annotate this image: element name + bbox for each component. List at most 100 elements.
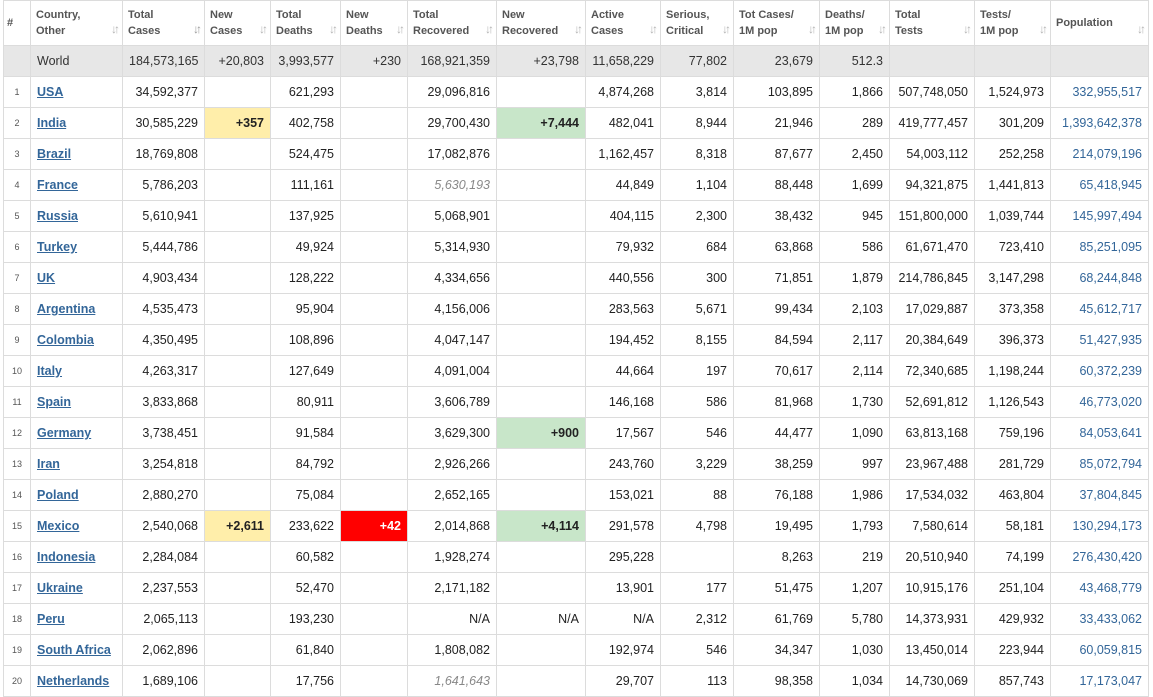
country-link[interactable]: UK — [37, 271, 55, 285]
column-header-active-cases[interactable]: Active Cases ↓↑ — [585, 0, 661, 46]
sort-arrows-icon[interactable]: ↓↑ — [396, 21, 405, 37]
country-row: 18 Peru 2,065,113 193,230 N/A N/A N/A 2,312 61,7… — [3, 603, 1149, 635]
cell-rank: 16 — [3, 541, 31, 573]
cell-active-cases: 29,707 — [585, 665, 661, 697]
cell-rank: 19 — [3, 634, 31, 666]
column-header-line2: 1M pop — [825, 25, 864, 37]
sort-descending-icon[interactable]: ↓↑ — [193, 21, 202, 37]
cell-active-cases: 295,228 — [585, 541, 661, 573]
cell-country: Italy — [30, 355, 123, 387]
sort-arrows-icon[interactable]: ↓↑ — [259, 21, 268, 37]
sort-arrows-icon[interactable]: ↓↑ — [722, 21, 731, 37]
sort-arrows-icon[interactable]: ↓↑ — [963, 21, 972, 37]
sort-arrows-icon[interactable]: ↓↑ — [111, 21, 120, 37]
column-header-line1: New — [210, 9, 233, 21]
column-header-population[interactable]: Population ↓↑ — [1050, 0, 1149, 46]
column-header-new-deaths[interactable]: New Deaths ↓↑ — [340, 0, 408, 46]
cell-total-recovered: 29,700,430 — [407, 107, 497, 139]
country-row: 9 Colombia 4,350,495 108,896 4,047,147 194,45… — [3, 324, 1149, 356]
cell-new-recovered: +7,444 — [496, 107, 586, 139]
country-link[interactable]: Brazil — [37, 147, 71, 161]
cell-new-cases — [204, 665, 271, 697]
cell-population: 45,612,717 — [1050, 293, 1149, 325]
cell-cases-per-1m: 34,347 — [733, 634, 820, 666]
country-row: 12 Germany 3,738,451 91,584 3,629,300 +900 17,… — [3, 417, 1149, 449]
column-header-cases-per-1m[interactable]: Tot Cases/1M pop ↓↑ — [733, 0, 820, 46]
cell-total-cases: 2,237,553 — [122, 572, 205, 604]
cell-country: India — [30, 107, 123, 139]
header-row: # Country, Other ↓↑ Total Cases ↓↑ New Cases ↓↑ To… — [3, 0, 1149, 46]
country-link[interactable]: Netherlands — [37, 674, 109, 688]
cell-total-cases: 30,585,229 — [122, 107, 205, 139]
cell-country: Indonesia — [30, 541, 123, 573]
sort-arrows-icon[interactable]: ↓↑ — [1137, 21, 1146, 37]
cell-new-deaths — [340, 231, 408, 263]
country-link[interactable]: Ukraine — [37, 581, 83, 595]
country-link[interactable]: France — [37, 178, 78, 192]
sort-arrows-icon[interactable]: ↓↑ — [649, 21, 658, 37]
country-link[interactable]: Mexico — [37, 519, 79, 533]
country-row: 20 Netherlands 1,689,106 17,756 1,641,643 29,… — [3, 665, 1149, 697]
country-row: 19 South Africa 2,062,896 61,840 1,808,082 19… — [3, 634, 1149, 666]
cell-population: 46,773,020 — [1050, 386, 1149, 418]
sort-arrows-icon[interactable]: ↓↑ — [808, 21, 817, 37]
country-row: 14 Poland 2,880,270 75,084 2,652,165 153,021 8… — [3, 479, 1149, 511]
country-link[interactable]: Russia — [37, 209, 78, 223]
column-header-deaths-per-1m[interactable]: Deaths/1M pop ↓↑ — [819, 0, 890, 46]
column-header-total-deaths[interactable]: Total Deaths ↓↑ — [270, 0, 341, 46]
cell-active-cases: 283,563 — [585, 293, 661, 325]
country-link[interactable]: Indonesia — [37, 550, 95, 564]
country-link[interactable]: Iran — [37, 457, 60, 471]
country-link[interactable]: Argentina — [37, 302, 95, 316]
cell-total-recovered: N/A — [407, 603, 497, 635]
cell-total-deaths: 137,925 — [270, 200, 341, 232]
column-header-new-recovered[interactable]: New Recovered ↓↑ — [496, 0, 586, 46]
cell-country: Colombia — [30, 324, 123, 356]
sort-arrows-icon[interactable]: ↓↑ — [485, 21, 494, 37]
column-header-line1: New — [346, 9, 369, 21]
cell-total-cases: 5,786,203 — [122, 169, 205, 201]
cell-active-cases: 1,162,457 — [585, 138, 661, 170]
sort-arrows-icon[interactable]: ↓↑ — [329, 21, 338, 37]
sort-arrows-icon[interactable]: ↓↑ — [878, 21, 887, 37]
cell-new-deaths — [340, 634, 408, 666]
sort-arrows-icon[interactable]: ↓↑ — [574, 21, 583, 37]
column-header-serious-critical[interactable]: Serious, Critical ↓↑ — [660, 0, 734, 46]
cell-new-deaths — [340, 541, 408, 573]
cell-active-cases: 482,041 — [585, 107, 661, 139]
country-link[interactable]: Germany — [37, 426, 91, 440]
column-header-tests-per-1m[interactable]: Tests/1M pop ↓↑ — [974, 0, 1051, 46]
column-header-new-cases[interactable]: New Cases ↓↑ — [204, 0, 271, 46]
country-row: 11 Spain 3,833,868 80,911 3,606,789 146,168 58… — [3, 386, 1149, 418]
cell-population: 332,955,517 — [1050, 76, 1149, 108]
sort-arrows-icon[interactable]: ↓↑ — [1039, 21, 1048, 37]
column-header-total-tests[interactable]: Total Tests ↓↑ — [889, 0, 975, 46]
cell-country: Turkey — [30, 231, 123, 263]
cell-serious-critical: 177 — [660, 572, 734, 604]
cell-total-cases: 1,689,106 — [122, 665, 205, 697]
column-header-total-cases[interactable]: Total Cases ↓↑ — [122, 0, 205, 46]
country-link[interactable]: Poland — [37, 488, 79, 502]
cell-total-deaths: 80,911 — [270, 386, 341, 418]
column-header-total-recovered[interactable]: Total Recovered ↓↑ — [407, 0, 497, 46]
column-header-country[interactable]: Country, Other ↓↑ — [30, 0, 123, 46]
country-link[interactable]: Italy — [37, 364, 62, 378]
country-link[interactable]: India — [37, 116, 66, 130]
country-link[interactable]: Colombia — [37, 333, 94, 347]
column-header-label: Total Recovered — [413, 7, 491, 39]
country-link[interactable]: Peru — [37, 612, 65, 626]
cell-tests-per-1m: 857,743 — [974, 665, 1051, 697]
country-link[interactable]: Spain — [37, 395, 71, 409]
cell-country: Poland — [30, 479, 123, 511]
country-link[interactable]: Turkey — [37, 240, 77, 254]
column-header-rank: # — [3, 0, 31, 46]
cell-tests-per-1m: 373,358 — [974, 293, 1051, 325]
cell-new-recovered — [496, 293, 586, 325]
cell-total-cases: 184,573,165 — [122, 45, 205, 77]
column-header-line1: # — [6, 17, 14, 29]
cell-cases-per-1m: 21,946 — [733, 107, 820, 139]
country-link[interactable]: USA — [37, 85, 63, 99]
country-link[interactable]: South Africa — [37, 643, 111, 657]
cell-country: Germany — [30, 417, 123, 449]
cell-new-cases — [204, 324, 271, 356]
